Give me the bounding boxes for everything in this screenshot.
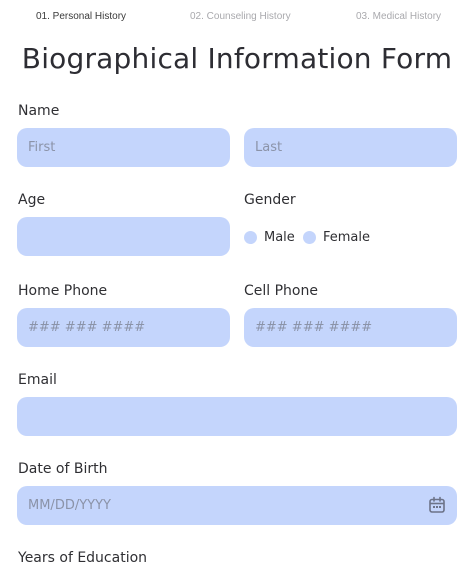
first-name-input[interactable] [17,128,230,167]
step-nav: 01. Personal History 02. Counseling Hist… [0,11,474,27]
dob-label: Date of Birth [18,461,108,477]
gender-female-label: Female [323,230,371,245]
gender-male-label: Male [264,230,295,245]
last-name-input[interactable] [244,128,457,167]
gender-label: Gender [244,192,296,208]
step-medical-history[interactable]: 03. Medical History [356,11,441,22]
email-label: Email [18,372,57,388]
radio-dot[interactable] [244,231,257,244]
radio-dot[interactable] [303,231,316,244]
age-label: Age [18,192,46,208]
age-input[interactable] [17,217,230,256]
education-label: Years of Education [18,550,148,566]
dob-input[interactable] [17,486,457,525]
step-personal-history[interactable]: 01. Personal History [36,11,126,22]
cell-phone-input[interactable] [244,308,457,347]
cell-phone-label: Cell Phone [244,283,318,299]
gender-female-radio[interactable]: Female [303,230,370,245]
gender-male-radio[interactable]: Male [244,230,295,245]
home-phone-input[interactable] [17,308,230,347]
step-counseling-history[interactable]: 02. Counseling History [190,11,291,22]
home-phone-label: Home Phone [18,283,108,299]
email-input[interactable] [17,397,457,436]
name-label: Name [18,103,60,119]
calendar-icon[interactable] [428,496,446,514]
page-title: Biographical Information Form [21,42,453,75]
